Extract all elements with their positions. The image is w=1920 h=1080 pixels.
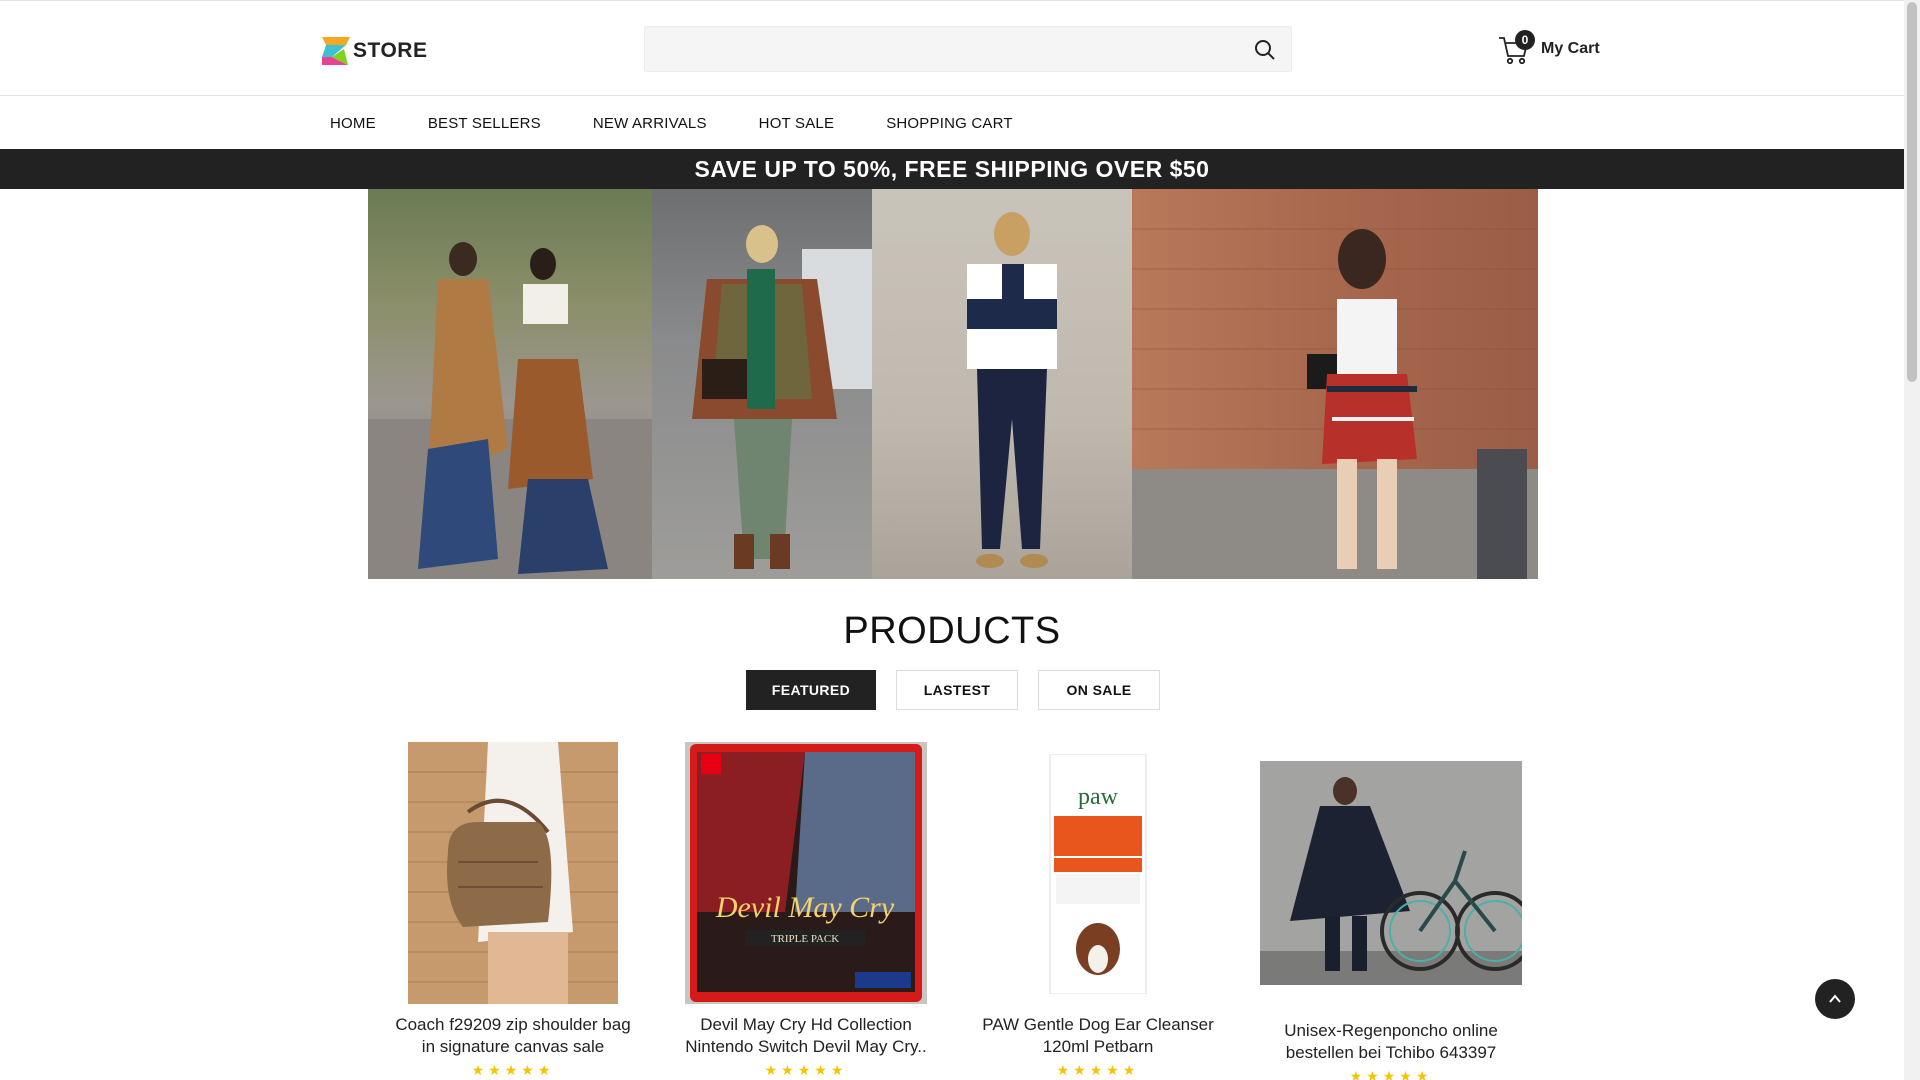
chevron-up-icon: [1829, 994, 1841, 1003]
product-tabs: FEATURED LASTEST ON SALE: [746, 670, 1180, 710]
product-title[interactable]: PAW Gentle Dog Ear Cleanser 120ml Petbar…: [958, 1014, 1238, 1058]
product-rating: ★★★★★: [471, 1062, 555, 1078]
product-title[interactable]: Coach f29209 zip shoulder bag in signatu…: [373, 1014, 653, 1058]
nav-shopping-cart[interactable]: SHOPPING CART: [886, 115, 1013, 132]
hero-banner[interactable]: [368, 189, 1538, 579]
product-image[interactable]: paw: [1048, 754, 1148, 994]
site-header: STORE 0 My Cart: [0, 0, 1904, 96]
products-title: PRODUCTS: [843, 610, 1061, 652]
product-rating: ★★★★★: [1056, 1062, 1140, 1078]
product-image[interactable]: Devil May Cry TRIPLE PACK: [685, 742, 927, 1004]
page-scrollbar[interactable]: [1904, 0, 1920, 1080]
svg-text:paw: paw: [1078, 784, 1119, 810]
product-title-line: Coach f29209 zip shoulder bag: [395, 1015, 631, 1034]
product-rating: ★★★★★: [1349, 1068, 1433, 1080]
product-title-line: Unisex-Regenponcho online: [1284, 1021, 1498, 1040]
product-image[interactable]: [1260, 761, 1522, 985]
product-title-line: 120ml Petbarn: [1042, 1037, 1154, 1056]
nav-hot-sale[interactable]: HOT SALE: [759, 115, 835, 132]
search-bar: [644, 26, 1292, 72]
product-title-line: in signature canvas sale: [421, 1037, 605, 1056]
main-nav: HOME BEST SELLERS NEW ARRIVALS HOT SALE …: [0, 97, 1904, 149]
search-input[interactable]: [645, 27, 1235, 71]
logo-text: STORE: [353, 39, 428, 62]
product-card[interactable]: paw PAW Gentle Dog Ear Cleanser 120ml Pe…: [958, 742, 1238, 1079]
product-card[interactable]: Devil May Cry TRIPLE PACK Devil May Cry …: [666, 742, 946, 1079]
promo-bar: SAVE UP TO 50%, FREE SHIPPING OVER $50: [0, 149, 1904, 189]
product-rating: ★★★★★: [764, 1062, 848, 1078]
search-icon[interactable]: [1253, 38, 1277, 62]
svg-text:TRIPLE PACK: TRIPLE PACK: [771, 933, 839, 945]
banner-image-2: [652, 189, 872, 579]
store-logo[interactable]: STORE: [322, 36, 427, 66]
page: STORE 0 My Cart HOME BEST SELLERS NEW AR…: [0, 0, 1904, 1080]
back-to-top-button[interactable]: [1815, 979, 1855, 1019]
product-title[interactable]: Unisex-Regenponcho online bestellen bei …: [1251, 1020, 1531, 1064]
product-title-line: Nintendo Switch Devil May Cry..: [685, 1037, 927, 1056]
product-image[interactable]: [408, 742, 618, 1004]
logo-mark-icon: [322, 37, 350, 65]
banner-image-3: [872, 189, 1132, 579]
cart-icon: 0: [1497, 30, 1535, 66]
product-card[interactable]: Unisex-Regenponcho online bestellen bei …: [1251, 742, 1531, 1080]
tab-on-sale[interactable]: ON SALE: [1038, 670, 1160, 710]
cart-count-badge: 0: [1515, 30, 1535, 50]
cart-label: My Cart: [1541, 40, 1600, 57]
product-title-line: Devil May Cry Hd Collection: [700, 1015, 912, 1034]
banner-image-1: [368, 189, 652, 579]
svg-text:Devil May Cry: Devil May Cry: [715, 891, 895, 924]
tab-featured[interactable]: FEATURED: [746, 670, 876, 710]
nav-new-arrivals[interactable]: NEW ARRIVALS: [593, 115, 707, 132]
product-card[interactable]: Coach f29209 zip shoulder bag in signatu…: [373, 742, 653, 1079]
scrollbar-thumb[interactable]: [1907, 2, 1917, 382]
product-title-line: PAW Gentle Dog Ear Cleanser: [982, 1015, 1214, 1034]
tab-lastest[interactable]: LASTEST: [896, 670, 1018, 710]
product-title[interactable]: Devil May Cry Hd Collection Nintendo Swi…: [666, 1014, 946, 1058]
nav-home[interactable]: HOME: [330, 115, 376, 132]
nav-best-sellers[interactable]: BEST SELLERS: [428, 115, 541, 132]
promo-text: SAVE UP TO 50%, FREE SHIPPING OVER $50: [694, 155, 1210, 182]
product-title-line: bestellen bei Tchibo 643397: [1285, 1043, 1497, 1062]
banner-image-4: [1132, 189, 1538, 579]
cart-link[interactable]: 0 My Cart: [1497, 29, 1600, 69]
